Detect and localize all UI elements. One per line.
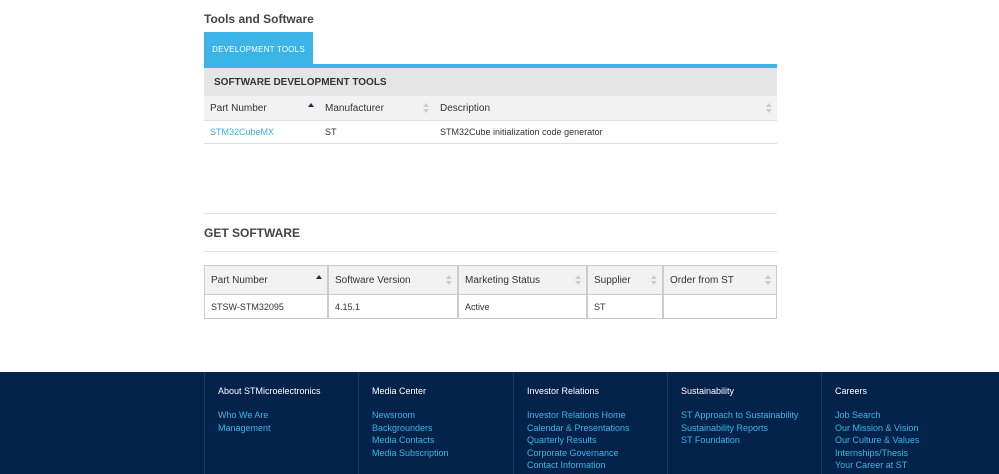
footer-link[interactable]: Contact Information xyxy=(527,459,668,472)
footer-heading: About STMicroelectronics xyxy=(218,386,321,396)
footer-link[interactable]: Job Search xyxy=(835,409,976,422)
footer-link[interactable]: Our Mission & Vision xyxy=(835,422,976,435)
sort-icon xyxy=(765,275,771,285)
tab-development-tools[interactable]: DEVELOPMENT TOOLS xyxy=(204,32,313,66)
get-software-title: GET SOFTWARE xyxy=(204,226,300,240)
sort-icon xyxy=(446,275,452,285)
section-title: Tools and Software xyxy=(204,12,314,26)
part-number-cell: STSW-STM32095 xyxy=(211,301,284,312)
footer-link[interactable]: Who We Are xyxy=(218,409,359,422)
table-title: SOFTWARE DEVELOPMENT TOOLS xyxy=(204,68,777,96)
footer-link[interactable]: Corporate Governance xyxy=(527,447,668,460)
tab-bar: DEVELOPMENT TOOLS xyxy=(204,32,777,68)
part-number-link[interactable]: STM32CubeMX xyxy=(210,127,274,137)
footer-link[interactable]: Quarterly Results xyxy=(527,434,668,447)
get-software-table: Part Number Software Version Marketing S… xyxy=(204,265,777,319)
sort-icon xyxy=(766,103,772,113)
sort-icon xyxy=(651,275,657,285)
table-row: STSW-STM32095 4.15.1 Active ST xyxy=(205,295,776,318)
footer-link[interactable]: ST Approach to Sustainability xyxy=(681,409,822,422)
column-header-part-number[interactable]: Part Number xyxy=(205,266,329,294)
footer-link[interactable]: Calendar & Presentations xyxy=(527,422,668,435)
sort-ascending-icon xyxy=(308,103,314,113)
column-label: Part Number xyxy=(210,102,267,114)
column-label: Manufacturer xyxy=(325,102,384,114)
table-header: Part Number Software Version Marketing S… xyxy=(205,266,776,295)
footer-link[interactable]: Backgrounders xyxy=(372,422,513,435)
sort-icon xyxy=(575,275,581,285)
footer-link[interactable]: Investor Relations Home xyxy=(527,409,668,422)
column-label: Marketing Status xyxy=(465,274,541,286)
footer-heading: Careers xyxy=(835,386,868,396)
software-version-cell: 4.15.1 xyxy=(335,301,361,312)
footer-heading: Investor Relations xyxy=(527,386,600,396)
divider xyxy=(204,251,777,252)
column-header-order-from-st[interactable]: Order from ST xyxy=(664,266,776,294)
footer: About STMicroelectronics Who We Are Mana… xyxy=(0,372,999,474)
sort-ascending-icon xyxy=(316,275,322,285)
column-header-software-version[interactable]: Software Version xyxy=(329,266,459,294)
table-row: STM32CubeMX ST STM32Cube initialization … xyxy=(204,121,777,144)
footer-column-sustainability: Sustainability ST Approach to Sustainabi… xyxy=(667,372,822,474)
footer-link[interactable]: Sustainability Reports xyxy=(681,422,822,435)
manufacturer-cell: ST xyxy=(325,127,337,137)
description-cell: STM32Cube initialization code generator xyxy=(440,127,603,137)
table-header: Part Number Manufacturer Description xyxy=(204,96,777,121)
column-header-manufacturer[interactable]: Manufacturer xyxy=(319,96,434,120)
footer-column-careers: Careers Job Search Our Mission & Vision … xyxy=(821,372,976,474)
footer-column-about: About STMicroelectronics Who We Are Mana… xyxy=(204,372,359,474)
column-label: Part Number xyxy=(211,274,268,286)
sort-icon xyxy=(423,103,429,113)
marketing-status-cell: Active xyxy=(465,301,490,312)
footer-column-investor: Investor Relations Investor Relations Ho… xyxy=(513,372,668,474)
software-development-tools-table: SOFTWARE DEVELOPMENT TOOLS Part Number M… xyxy=(204,68,777,144)
footer-heading: Media Center xyxy=(372,386,427,396)
footer-link[interactable]: ST Foundation xyxy=(681,434,822,447)
footer-link[interactable]: Media Contacts xyxy=(372,434,513,447)
footer-column-media: Media Center Newsroom Backgrounders Medi… xyxy=(358,372,513,474)
column-header-marketing-status[interactable]: Marketing Status xyxy=(459,266,588,294)
column-label: Software Version xyxy=(335,274,411,286)
footer-link[interactable]: Your Career at ST xyxy=(835,459,976,472)
footer-link[interactable]: Our Culture & Values xyxy=(835,434,976,447)
footer-link[interactable]: Newsroom xyxy=(372,409,513,422)
footer-link[interactable]: Media Subscription xyxy=(372,447,513,460)
column-header-part-number[interactable]: Part Number xyxy=(204,96,319,120)
column-label: Description xyxy=(440,102,491,114)
supplier-cell: ST xyxy=(594,301,606,312)
divider xyxy=(204,213,777,214)
column-header-description[interactable]: Description xyxy=(434,96,777,120)
footer-link[interactable]: Management xyxy=(218,422,359,435)
footer-link[interactable]: Internships/Thesis xyxy=(835,447,976,460)
column-label: Supplier xyxy=(594,274,631,286)
column-label: Order from ST xyxy=(670,274,734,286)
footer-heading: Sustainability xyxy=(681,386,735,396)
column-header-supplier[interactable]: Supplier xyxy=(588,266,664,294)
